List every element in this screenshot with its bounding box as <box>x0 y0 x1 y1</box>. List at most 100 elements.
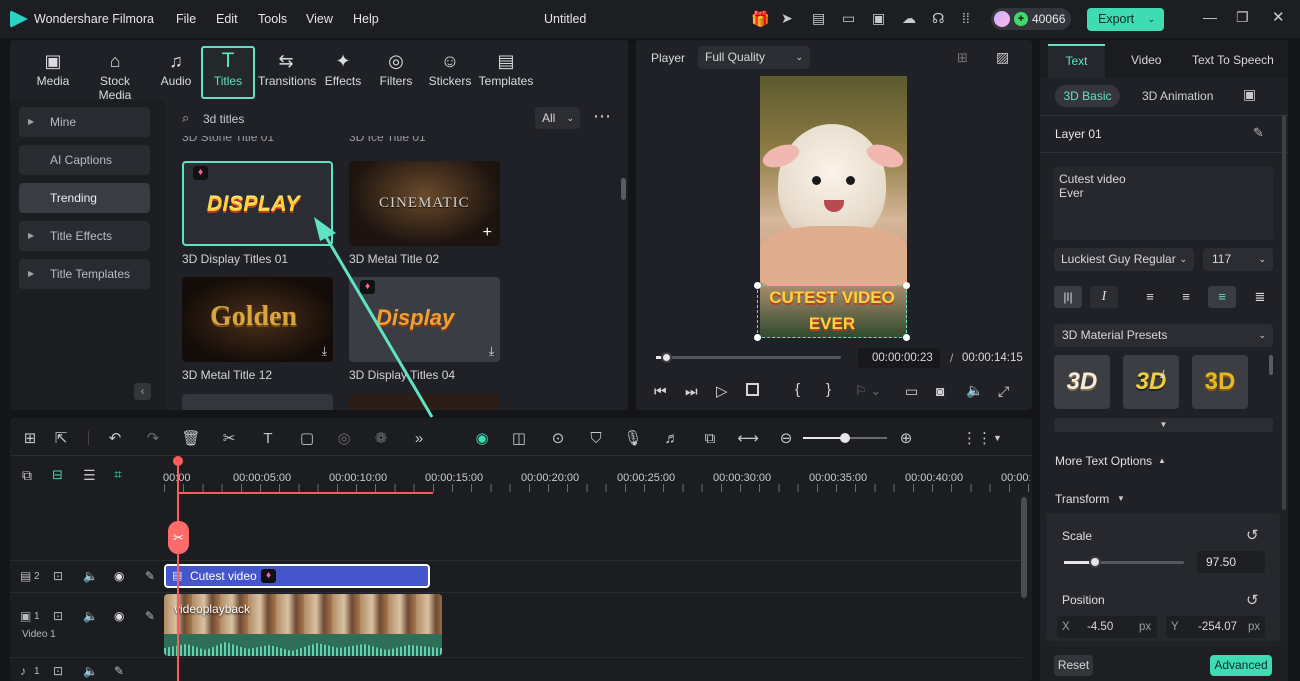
zoom-in-icon[interactable]: ⊕ <box>895 428 917 450</box>
more-text-options[interactable]: More Text Options <box>1055 454 1152 468</box>
tab-media[interactable]: ▣ Media <box>27 48 79 98</box>
crop-icon[interactable]: ▢ <box>296 428 318 450</box>
menu-edit[interactable]: Edit <box>216 12 238 26</box>
align-right-icon[interactable]: ≡ <box>1208 286 1236 308</box>
text-tool-icon[interactable]: T <box>257 428 279 450</box>
scale-slider-handle[interactable] <box>1089 556 1101 568</box>
mark-out-icon[interactable]: } <box>826 381 831 398</box>
advanced-button[interactable]: Advanced <box>1210 655 1272 676</box>
sidebar-item-ai-captions[interactable]: AI Captions <box>19 145 150 175</box>
tab-stock-media[interactable]: ⌂ Stock Media <box>82 48 148 102</box>
snap-icon[interactable]: ⌗ <box>114 466 122 483</box>
tab-stickers[interactable]: ☺ Stickers <box>424 48 476 98</box>
more-tools-icon[interactable]: » <box>408 428 430 450</box>
selection-handle[interactable] <box>903 334 910 341</box>
effects-mask-icon[interactable]: ◎ <box>333 428 355 450</box>
tab-audio[interactable]: ♫ Audio <box>150 48 202 98</box>
headset-icon[interactable]: ☊ <box>932 10 944 27</box>
sidebar-item-mine[interactable]: ▶ Mine <box>19 107 150 137</box>
gift-icon[interactable]: 🎁 <box>751 10 770 28</box>
text-content-field[interactable]: Cutest video Ever <box>1053 167 1273 240</box>
speed-icon[interactable]: ⊙ <box>547 428 569 450</box>
tab-templates[interactable]: ▤ Templates <box>478 48 534 98</box>
maximize-icon[interactable]: ❐ <box>1236 9 1249 26</box>
preset-scrollbar[interactable] <box>1269 355 1273 375</box>
menu-help[interactable]: Help <box>353 12 379 26</box>
expand-presets-button[interactable]: ▼ <box>1054 418 1273 432</box>
subtab-3d-basic[interactable]: 3D Basic <box>1055 85 1120 107</box>
current-time-box[interactable]: 00:00:00:23 <box>858 348 940 368</box>
search-bar[interactable]: ⌕ 3d titles All ⌄ ⋯ <box>167 106 627 132</box>
mute-icon[interactable]: 🔈 <box>83 609 98 623</box>
lock-icon[interactable]: ⊡ <box>53 664 63 678</box>
subtab-3d-animation[interactable]: 3D Animation <box>1142 89 1213 103</box>
audio-track-icon[interactable]: ♬ <box>661 428 683 450</box>
track-layout-icon[interactable]: ⋮⋮ <box>962 428 992 450</box>
mute-icon[interactable]: 🔈 <box>83 569 98 583</box>
justify-icon[interactable]: ≣ <box>1246 286 1274 308</box>
position-x-field[interactable]: X -4.50 px <box>1057 616 1157 638</box>
playhead[interactable] <box>177 456 179 681</box>
menu-view[interactable]: View <box>306 12 333 26</box>
previous-frame-icon[interactable]: ⏮ <box>654 383 667 400</box>
position-y-field[interactable]: Y -254.07 px <box>1166 616 1265 638</box>
add-icon[interactable]: + <box>483 224 492 242</box>
italic-icon[interactable]: I <box>1090 286 1118 308</box>
transform-section[interactable]: Transform <box>1055 492 1109 506</box>
zoom-out-icon[interactable]: ⊖ <box>775 428 797 450</box>
tab-text[interactable]: Text <box>1048 44 1105 78</box>
fit-timeline-icon[interactable]: ⟷ <box>737 428 759 450</box>
filter-dropdown[interactable]: All ⌄ <box>535 107 580 129</box>
cloud-upload-icon[interactable]: ☁ <box>902 10 916 27</box>
align-center-icon[interactable]: ≡ <box>1172 286 1200 308</box>
menu-file[interactable]: File <box>176 12 196 26</box>
scale-value-field[interactable]: 97.50 <box>1197 551 1265 573</box>
save-preset-icon[interactable]: ▣ <box>1243 86 1256 103</box>
feedback-icon[interactable]: ▤ <box>812 10 825 27</box>
selection-handle[interactable] <box>754 282 761 289</box>
ai-assistant-icon[interactable]: ◉ <box>471 428 493 450</box>
title-clip[interactable]: ▤ Cutest video ♦ <box>164 564 430 588</box>
hide-track-icon[interactable]: ✎ <box>114 664 124 678</box>
mute-icon[interactable]: 🔈 <box>83 664 98 678</box>
link-icon[interactable]: ⊟ <box>52 467 63 483</box>
tab-titles[interactable]: T Titles <box>201 46 255 99</box>
shield-icon[interactable]: ⛉ <box>585 428 607 450</box>
color-icon[interactable]: ❁ <box>370 428 392 450</box>
inspector-scrollbar[interactable] <box>1282 115 1286 510</box>
play-icon[interactable]: ▷ <box>716 382 728 400</box>
close-icon[interactable]: ✕ <box>1272 8 1285 26</box>
snapshot-icon[interactable]: ▨ <box>996 49 1009 66</box>
lock-icon[interactable]: ⊡ <box>53 569 63 583</box>
reset-position-icon[interactable]: ↺ <box>1246 591 1259 609</box>
hide-track-icon[interactable]: ✎ <box>145 609 155 623</box>
mark-in-icon[interactable]: { <box>795 381 800 398</box>
video-clip[interactable]: videoplayback <box>164 594 442 656</box>
preset-dropdown[interactable]: 3D Material Presets ⌄ <box>1054 324 1273 347</box>
layout-icon[interactable]: ▭ <box>842 10 855 27</box>
quality-dropdown[interactable]: Full Quality ⌄ <box>698 46 810 69</box>
apps-grid-icon[interactable]: ⁞⁞ <box>962 10 970 26</box>
record-icon[interactable]: ◫ <box>508 428 530 450</box>
reset-scale-icon[interactable]: ↺ <box>1246 526 1259 544</box>
collapse-sidebar-button[interactable]: ‹ <box>134 383 151 400</box>
marker-icon[interactable]: ⚐ ⌄ <box>855 383 881 399</box>
font-dropdown[interactable]: Luckiest Guy Regular ⌄ <box>1054 248 1194 271</box>
tab-transitions[interactable]: ⇆ Transitions <box>258 48 316 98</box>
download-icon[interactable]: ⤓ <box>489 344 494 359</box>
split-scissors-button[interactable]: ✂ <box>168 521 189 554</box>
reset-button[interactable]: Reset <box>1054 655 1093 676</box>
send-icon[interactable]: ➤ <box>781 10 793 27</box>
eye-icon[interactable]: ◉ <box>114 569 124 583</box>
add-track-icon[interactable]: ⧉ <box>22 467 32 484</box>
preset-tile[interactable]: 3D ⤓ <box>1123 355 1179 409</box>
delete-icon[interactable]: 🗑 <box>180 428 202 450</box>
preset-tile[interactable]: 3D <box>1192 355 1248 409</box>
next-frame-icon[interactable]: ⏭ <box>685 383 698 400</box>
hide-track-icon[interactable]: ✎ <box>145 569 155 583</box>
zoom-slider[interactable] <box>803 433 887 443</box>
scrubber-handle[interactable] <box>661 352 672 363</box>
grid-view-icon[interactable]: ⊞ <box>957 50 968 66</box>
save-icon[interactable]: ▣ <box>872 10 885 27</box>
chevron-down-icon[interactable]: ▼ <box>993 433 1002 443</box>
